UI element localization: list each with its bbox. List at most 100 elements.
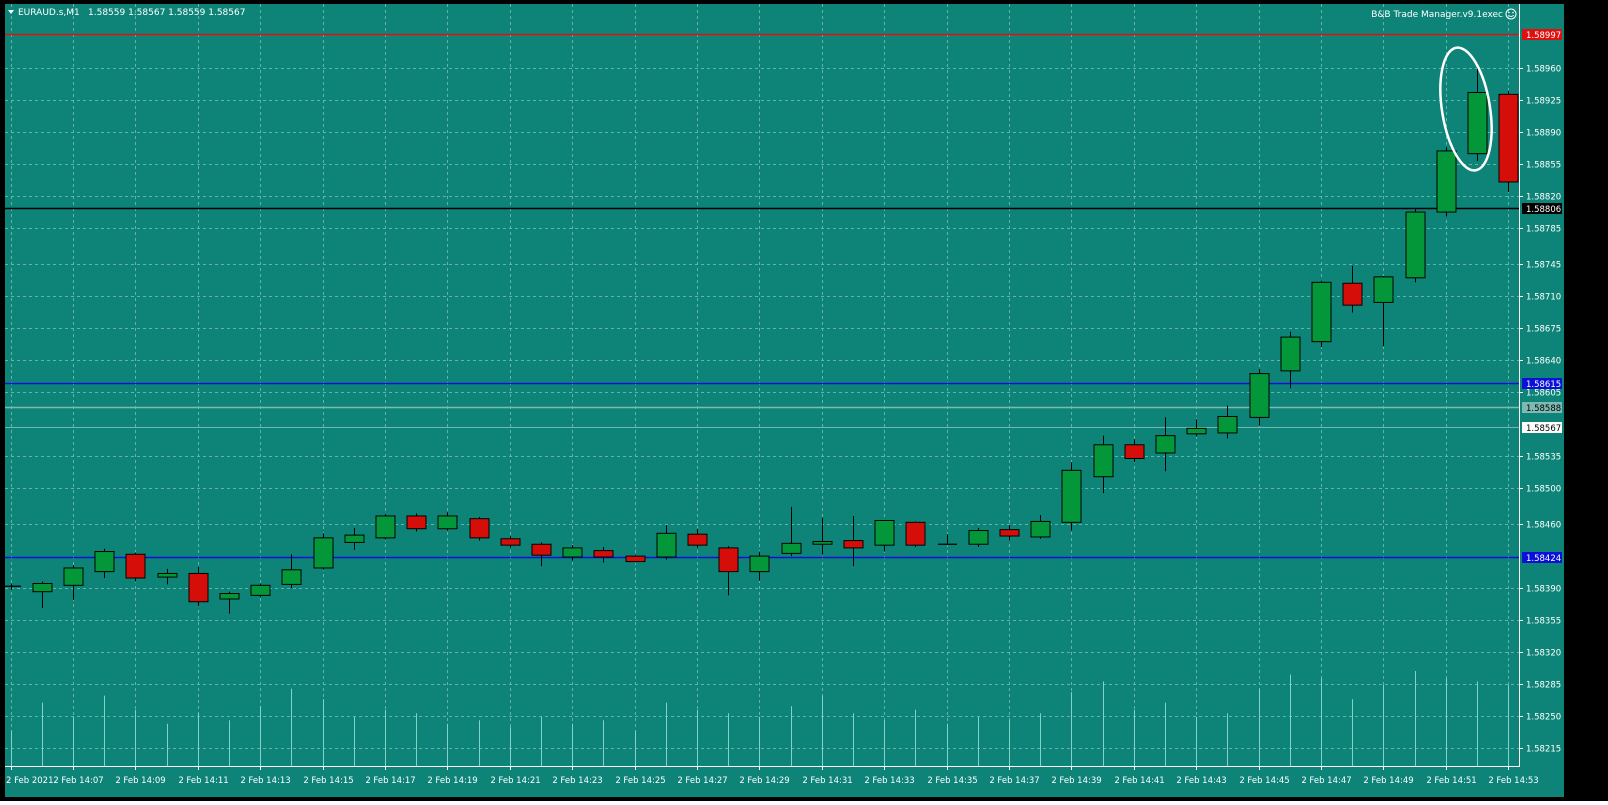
candle[interactable] xyxy=(125,552,146,582)
plot-area[interactable] xyxy=(5,4,1519,766)
candle[interactable] xyxy=(905,521,926,547)
candle-body xyxy=(687,533,708,546)
level-price-tag-label: 1.58615 xyxy=(1526,380,1561,390)
candle-body xyxy=(125,553,146,579)
price-tick-label: 1.58745 xyxy=(1526,261,1561,271)
candle-body xyxy=(1186,427,1207,435)
candle-body xyxy=(999,529,1020,537)
candle-body xyxy=(94,551,115,573)
ohlc-readout: 1.58559 1.58567 1.58559 1.58567 xyxy=(88,8,245,18)
candle-body xyxy=(500,538,521,546)
price-tick-label: 1.58460 xyxy=(1526,521,1561,531)
candle[interactable] xyxy=(469,516,490,541)
time-tick-label: 2 Feb 14:45 xyxy=(1239,776,1289,786)
time-tick-label: 2 Feb 14:49 xyxy=(1363,776,1413,786)
level-price-tag-label: 1.58588 xyxy=(1526,404,1561,414)
candle-body xyxy=(781,542,802,554)
candle[interactable] xyxy=(406,513,427,532)
time-tick-label: 2 Feb 14:43 xyxy=(1176,776,1226,786)
candle-body xyxy=(406,515,427,530)
level-price-tag-label: 1.58567 xyxy=(1526,424,1561,434)
candle-body xyxy=(531,543,552,556)
candle-body xyxy=(905,521,926,546)
price-tick-label: 1.58820 xyxy=(1526,193,1561,203)
candle-body xyxy=(562,547,583,558)
candle-body xyxy=(375,515,396,539)
time-tick-label: 2 Feb 14:29 xyxy=(739,776,789,786)
price-tick-label: 1.58960 xyxy=(1526,65,1561,75)
candle-body xyxy=(157,572,178,578)
chart-canvas[interactable]: 1.58960 1.58925 1.58890 1.58855 1.58820 1.587… xyxy=(0,0,1608,801)
price-tick-label: 1.58355 xyxy=(1526,617,1561,627)
candle[interactable] xyxy=(1061,462,1082,531)
candle-body xyxy=(437,515,458,530)
price-tick-label: 1.58390 xyxy=(1526,585,1561,595)
candle-body xyxy=(469,518,490,539)
candle-body xyxy=(1061,469,1082,523)
candle-body xyxy=(812,541,833,545)
candle-body xyxy=(1498,93,1519,183)
time-tick-label: 2 Feb 14:15 xyxy=(303,776,353,786)
candle-body xyxy=(1311,281,1332,343)
candle-body xyxy=(250,584,271,596)
candle[interactable] xyxy=(1249,369,1270,426)
expert-advisor-label[interactable]: B&B Trade Manager.v9.1exec xyxy=(1371,10,1503,20)
candle-body xyxy=(63,567,84,586)
price-chart[interactable]: 1.58960 1.58925 1.58890 1.58855 1.58820 1.587… xyxy=(0,0,1608,801)
time-tick-label: 2 Feb 14:13 xyxy=(240,776,290,786)
candle-body xyxy=(344,534,365,543)
price-tick-label: 1.58855 xyxy=(1526,161,1561,171)
candle-body xyxy=(656,532,677,558)
candle-body xyxy=(968,530,989,545)
candle-body xyxy=(1030,520,1051,538)
candle[interactable] xyxy=(1498,90,1519,192)
price-tick-label: 1.58285 xyxy=(1526,681,1561,691)
candle[interactable] xyxy=(1436,147,1457,217)
candle-body xyxy=(1436,150,1457,213)
candle-body xyxy=(313,537,334,569)
candle[interactable] xyxy=(375,514,396,540)
level-price-tag-label: 1.58997 xyxy=(1526,31,1561,41)
price-tick-label: 1.58500 xyxy=(1526,485,1561,495)
candle-body xyxy=(749,555,770,573)
candle[interactable] xyxy=(625,555,646,563)
candle-body xyxy=(188,572,209,603)
price-tick-label: 1.58675 xyxy=(1526,325,1561,335)
candle[interactable] xyxy=(968,527,989,547)
price-tick-label: 1.58250 xyxy=(1526,713,1561,723)
candle-body xyxy=(281,569,302,585)
candle-body xyxy=(1155,435,1176,454)
candle-body xyxy=(1093,444,1114,478)
price-tick-label: 1.58785 xyxy=(1526,225,1561,235)
time-tick-label: 2 Feb 14:17 xyxy=(365,776,415,786)
time-tick-label: 2 Feb 14:09 xyxy=(115,776,165,786)
time-tick-label: 2 Feb 14:37 xyxy=(989,776,1039,786)
candle[interactable] xyxy=(1405,209,1426,283)
candle-body xyxy=(843,540,864,549)
candle-body xyxy=(593,550,614,558)
time-tick-label: 2 Feb 14:23 xyxy=(552,776,602,786)
candle-body xyxy=(718,547,739,573)
candle[interactable] xyxy=(250,583,271,598)
time-tick-label: 2 Feb 2021 xyxy=(6,776,54,786)
candle-body xyxy=(32,582,53,593)
candle-body xyxy=(1467,92,1488,155)
time-tick-label: 2 Feb 14:47 xyxy=(1301,776,1351,786)
price-tick-label: 1.58605 xyxy=(1526,389,1561,399)
time-tick-label: 2 Feb 14:27 xyxy=(677,776,727,786)
time-tick-label: 2 Feb 14:25 xyxy=(615,776,665,786)
time-tick-label: 2 Feb 14:51 xyxy=(1426,776,1476,786)
time-tick-label: 2 Feb 14:41 xyxy=(1114,776,1164,786)
time-tick-label: 2 Feb 14:53 xyxy=(1488,776,1538,786)
candle-body xyxy=(219,593,240,600)
candle[interactable] xyxy=(313,533,334,570)
symbol-label: EURAUD.s,M1 xyxy=(18,8,80,18)
level-price-tag-label: 1.58806 xyxy=(1526,205,1561,215)
time-tick-label: 2 Feb 14:21 xyxy=(490,776,540,786)
candle[interactable] xyxy=(1311,280,1332,348)
price-tick-label: 1.58640 xyxy=(1526,357,1561,367)
candle-body xyxy=(1373,276,1394,303)
price-tick-label: 1.58925 xyxy=(1526,97,1561,107)
level-price-tag-label: 1.58424 xyxy=(1526,554,1561,564)
time-tick-label: 2 Feb 14:31 xyxy=(802,776,852,786)
